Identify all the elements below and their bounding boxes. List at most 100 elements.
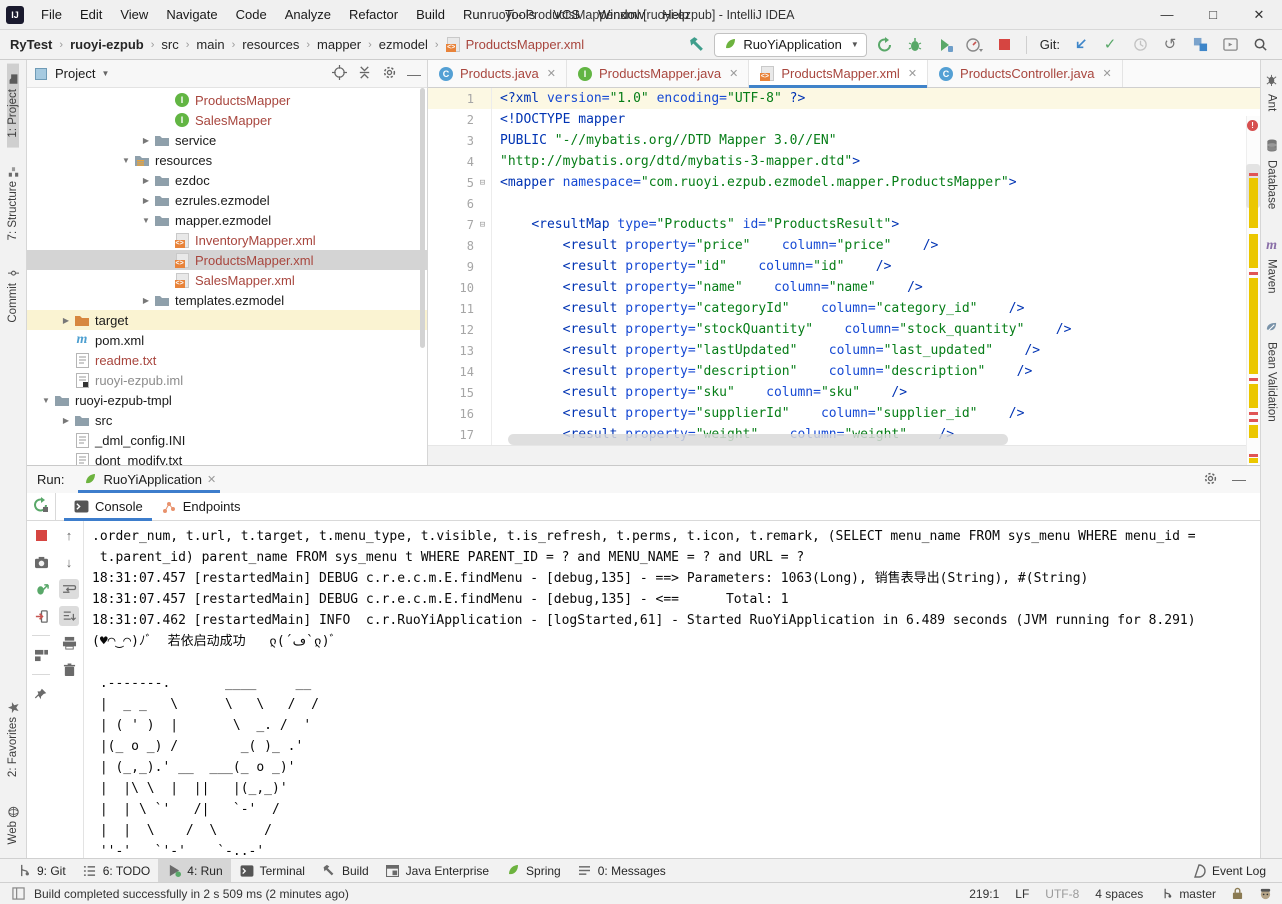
menu-file[interactable]: File <box>32 0 71 29</box>
run-anything-icon[interactable] <box>1218 33 1242 57</box>
tree-expand-arrow-icon[interactable]: ▶ <box>138 196 154 205</box>
stripe-button-favorites[interactable]: 2: Favorites <box>7 692 19 787</box>
stop-button[interactable] <box>31 525 51 545</box>
history-icon[interactable] <box>1128 33 1152 57</box>
stripe-button-project[interactable]: 1: Project <box>7 64 19 148</box>
breadcrumb-item[interactable]: ezmodel <box>379 37 428 52</box>
stripe-button-database[interactable]: Database <box>1266 129 1278 219</box>
stripe-button-commit[interactable]: Commit <box>7 258 19 333</box>
tree-item[interactable]: readme.txt <box>27 350 427 370</box>
collapse-all-icon[interactable] <box>357 65 372 83</box>
toolwindow--git[interactable]: 9: Git <box>8 859 74 882</box>
tree-collapse-arrow-icon[interactable]: ▼ <box>118 156 134 165</box>
close-icon[interactable]: ✕ <box>908 67 917 80</box>
breadcrumb-item[interactable]: main <box>196 37 224 52</box>
stripe-button-web[interactable]: Web <box>7 796 19 854</box>
layout-settings-icon[interactable] <box>31 645 51 665</box>
pin-tab-icon[interactable] <box>31 684 51 704</box>
toolwindow--todo[interactable]: 6: TODO <box>74 859 159 882</box>
horizontal-scrollbar[interactable] <box>508 434 1008 445</box>
tree-expand-arrow-icon[interactable]: ▶ <box>58 416 74 425</box>
breadcrumb-item[interactable]: ruoyi-ezpub <box>70 37 144 52</box>
tree-item[interactable]: ▼mapper.ezmodel <box>27 210 427 230</box>
menu-analyze[interactable]: Analyze <box>276 0 340 29</box>
tree-item[interactable]: ▶templates.ezmodel <box>27 290 427 310</box>
status-utf-8[interactable]: UTF-8 <box>1045 887 1079 901</box>
run-configuration-select[interactable]: RuoYiApplication ▼ <box>714 33 866 57</box>
scroll-up-icon[interactable]: ↑ <box>59 525 79 545</box>
build-hammer-icon[interactable] <box>684 33 708 57</box>
git-update-icon[interactable] <box>1068 33 1092 57</box>
fold-marker[interactable]: ⊟ <box>474 214 492 235</box>
menu-tools[interactable]: Tools <box>496 0 544 29</box>
tree-scrollbar[interactable] <box>420 88 425 348</box>
locate-file-icon[interactable] <box>332 65 347 83</box>
tree-expand-arrow-icon[interactable]: ▶ <box>138 136 154 145</box>
tab-products-java[interactable]: CProducts.java✕ <box>428 60 567 87</box>
close-icon[interactable]: ✕ <box>207 473 216 486</box>
menu-vcs[interactable]: VCS <box>544 0 589 29</box>
console-output[interactable]: .order_num, t.url, t.target, t.menu_type… <box>83 521 1260 859</box>
tree-item[interactable]: <>SalesMapper.xml <box>27 270 427 290</box>
menu-code[interactable]: Code <box>227 0 276 29</box>
tree-item[interactable]: ▶src <box>27 410 427 430</box>
close-icon[interactable]: ✕ <box>1102 67 1111 80</box>
tree-item[interactable]: ▶ezrules.ezmodel <box>27 190 427 210</box>
thread-dump-icon[interactable] <box>31 552 51 572</box>
tree-expand-arrow-icon[interactable]: ▶ <box>138 176 154 185</box>
stop-button[interactable] <box>993 33 1017 57</box>
stripe-button-maven[interactable]: mMaven <box>1266 228 1278 304</box>
tree-item[interactable]: IProductsMapper <box>27 90 427 110</box>
tree-collapse-arrow-icon[interactable]: ▼ <box>38 396 54 405</box>
toolwindow-spring[interactable]: Spring <box>497 859 569 882</box>
rollback-icon[interactable]: ↺ <box>1158 33 1182 57</box>
diff-icon[interactable] <box>1188 33 1212 57</box>
close-icon[interactable]: ✕ <box>729 67 738 80</box>
stripe-button-bean-validation[interactable]: Bean Validation <box>1265 311 1278 432</box>
run-config-tab[interactable]: RuoYiApplication ✕ <box>78 466 220 493</box>
tab-console[interactable]: Console <box>64 493 152 520</box>
minimize-button[interactable]: — <box>1144 0 1190 29</box>
tab-productsmapper-xml[interactable]: <>ProductsMapper.xml✕ <box>749 60 928 87</box>
breadcrumb-item[interactable]: src <box>161 37 178 52</box>
tree-collapse-arrow-icon[interactable]: ▼ <box>138 216 154 225</box>
git-commit-icon[interactable]: ✓ <box>1098 33 1122 57</box>
hide-panel-icon[interactable]: — <box>407 66 421 82</box>
update-app-icon[interactable] <box>31 579 51 599</box>
tree-item[interactable]: _dml_config.INI <box>27 430 427 450</box>
print-icon[interactable] <box>59 633 79 653</box>
breadcrumb-item[interactable]: mapper <box>317 37 361 52</box>
breadcrumb-item[interactable]: RyTest <box>10 37 52 52</box>
menu-refactor[interactable]: Refactor <box>340 0 407 29</box>
rerun-button[interactable] <box>27 497 55 516</box>
tree-item[interactable]: ▶service <box>27 130 427 150</box>
tree-item[interactable]: ▶target <box>27 310 427 330</box>
run-button[interactable] <box>873 33 897 57</box>
project-panel-title[interactable]: Project <box>55 66 95 81</box>
status-message[interactable]: Build completed successfully in 2 s 509 … <box>34 887 349 901</box>
gradle-elf-icon[interactable] <box>1259 887 1272 900</box>
breadcrumb-file[interactable]: <>ProductsMapper.xml <box>446 37 585 53</box>
tree-item[interactable]: ruoyi-ezpub.iml <box>27 370 427 390</box>
close-button[interactable]: ✕ <box>1236 0 1282 29</box>
menu-view[interactable]: View <box>111 0 157 29</box>
stripe-button-ant[interactable]: Ant <box>1265 64 1278 121</box>
tab-productsmapper-java[interactable]: IProductsMapper.java✕ <box>567 60 749 87</box>
code-viewport[interactable]: 1<?xml version="1.0" encoding="UTF-8" ?>… <box>428 88 1260 465</box>
lock-icon[interactable] <box>1232 887 1243 900</box>
status-219-1[interactable]: 219:1 <box>969 887 999 901</box>
menu-build[interactable]: Build <box>407 0 454 29</box>
toolwindow-toggle-icon[interactable] <box>10 886 26 902</box>
tree-expand-arrow-icon[interactable]: ▶ <box>58 316 74 325</box>
inspection-error-badge[interactable]: ! <box>1247 120 1258 131</box>
menu-edit[interactable]: Edit <box>71 0 111 29</box>
tree-item[interactable]: mpom.xml <box>27 330 427 350</box>
status-4-spaces[interactable]: 4 spaces <box>1095 887 1143 901</box>
menu-window[interactable]: Window <box>589 0 653 29</box>
search-icon[interactable] <box>1248 33 1272 57</box>
tab-productscontroller-java[interactable]: CProductsController.java✕ <box>928 60 1123 87</box>
tree-item[interactable]: <>InventoryMapper.xml <box>27 230 427 250</box>
settings-gear-icon[interactable] <box>1203 471 1218 489</box>
tree-item[interactable]: ISalesMapper <box>27 110 427 130</box>
settings-gear-icon[interactable] <box>382 65 397 83</box>
